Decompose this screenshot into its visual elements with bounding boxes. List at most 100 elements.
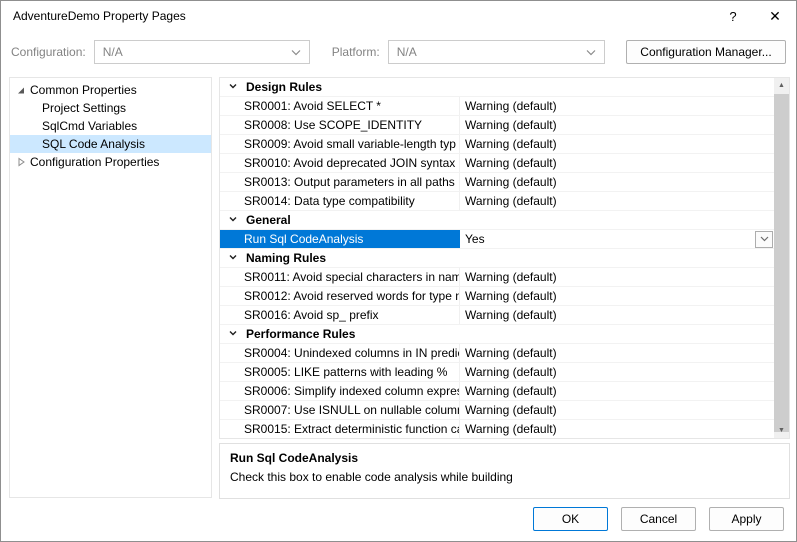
description-title: Run Sql CodeAnalysis (230, 451, 779, 465)
category-row-performance-rules[interactable]: Performance Rules (220, 325, 774, 344)
property-row-sr0007-use-isnull-on-nullable-column[interactable]: SR0007: Use ISNULL on nullable column War… (220, 401, 774, 420)
property-name[interactable]: Run Sql CodeAnalysis (220, 230, 460, 248)
platform-dropdown[interactable]: N/A (388, 40, 605, 64)
property-name[interactable]: SR0006: Simplify indexed column expres (220, 382, 460, 400)
tree-collapsed-icon[interactable] (14, 157, 28, 167)
description-panel: Run Sql CodeAnalysis Check this box to e… (219, 443, 790, 499)
chevron-down-icon[interactable] (228, 213, 238, 227)
property-value-cell[interactable]: Warning (default) (460, 420, 774, 438)
dialog-buttons: OK Cancel Apply (533, 507, 784, 531)
tree-item-label: SqlCmd Variables (42, 119, 137, 133)
property-row-sr0001-avoid-select[interactable]: SR0001: Avoid SELECT * Warning (default) (220, 97, 774, 116)
property-row-sr0015-extract-deterministic-function-ca[interactable]: SR0015: Extract deterministic function c… (220, 420, 774, 438)
property-value: Warning (default) (465, 99, 557, 113)
category-row-design-rules[interactable]: Design Rules (220, 78, 774, 97)
property-tree: Common Properties Project Settings SqlCmd … (9, 77, 212, 498)
scroll-up-icon[interactable]: ▲ (774, 78, 789, 93)
category-label: Naming Rules (246, 251, 326, 265)
property-row-run-sql-codeanalysis[interactable]: Run Sql CodeAnalysisYes (220, 230, 774, 249)
help-icon[interactable]: ? (712, 1, 754, 31)
property-row-sr0004-unindexed-columns-in-in-predic[interactable]: SR0004: Unindexed columns in IN predicWa… (220, 344, 774, 363)
property-row-sr0009-avoid-small-variable-length-typ[interactable]: SR0009: Avoid small variable-length typ W… (220, 135, 774, 154)
category-label: Performance Rules (246, 327, 355, 341)
property-row-sr0005-like-patterns-with-leading[interactable]: SR0005: LIKE patterns with leading %Warn… (220, 363, 774, 382)
property-pages-dialog: AdventureDemo Property Pages ? ✕ Configu… (0, 0, 797, 542)
platform-value: N/A (397, 45, 417, 59)
property-name[interactable]: SR0014: Data type compatibility (220, 192, 460, 210)
property-name[interactable]: SR0013: Output parameters in all paths (220, 173, 460, 191)
tree-item-label: Project Settings (42, 101, 126, 115)
property-row-sr0013-output-parameters-in-all-paths[interactable]: SR0013: Output parameters in all paths Wa… (220, 173, 774, 192)
cancel-button[interactable]: Cancel (621, 507, 696, 531)
property-value-cell[interactable]: Warning (default) (460, 97, 774, 115)
property-value-cell[interactable]: Warning (default) (460, 382, 774, 400)
property-grid: Design Rules SR0001: Avoid SELECT * Warnin… (219, 77, 790, 439)
configuration-dropdown[interactable]: N/A (94, 40, 310, 64)
scrollbar-thumb[interactable] (774, 94, 789, 432)
property-row-sr0010-avoid-deprecated-join-syntax[interactable]: SR0010: Avoid deprecated JOIN syntaxWarn… (220, 154, 774, 173)
category-label: Design Rules (246, 80, 322, 94)
property-value-cell[interactable]: Warning (default) (460, 401, 774, 419)
close-icon[interactable]: ✕ (754, 1, 796, 31)
property-name[interactable]: SR0004: Unindexed columns in IN predic (220, 344, 460, 362)
property-row-sr0012-avoid-reserved-words-for-type-n[interactable]: SR0012: Avoid reserved words for type n W… (220, 287, 774, 306)
value-dropdown-button[interactable] (755, 231, 773, 248)
configuration-manager-button[interactable]: Configuration Manager... (626, 40, 786, 64)
apply-button[interactable]: Apply (709, 507, 784, 531)
property-name[interactable]: SR0001: Avoid SELECT * (220, 97, 460, 115)
tree-item-common-properties[interactable]: Common Properties (10, 81, 211, 99)
tree-expanded-icon[interactable] (14, 85, 28, 95)
tree-item-configuration-properties[interactable]: Configuration Properties (10, 153, 211, 171)
description-text: Check this box to enable code analysis w… (230, 470, 779, 484)
property-value-cell[interactable]: Warning (default) (460, 116, 774, 134)
property-value-cell[interactable]: Warning (default) (460, 135, 774, 153)
chevron-down-icon[interactable] (228, 80, 238, 94)
property-row-sr0016-avoid-sp-prefix[interactable]: SR0016: Avoid sp_ prefixWarning (default… (220, 306, 774, 325)
category-row-naming-rules[interactable]: Naming Rules (220, 249, 774, 268)
tree-item-sql-code-analysis[interactable]: SQL Code Analysis (10, 135, 211, 153)
chevron-down-icon[interactable] (228, 251, 238, 265)
property-value-cell[interactable]: Warning (default) (460, 268, 774, 286)
property-value-cell[interactable]: Warning (default) (460, 363, 774, 381)
tree-item-label: Common Properties (30, 83, 137, 97)
tree-item-project-settings[interactable]: Project Settings (10, 99, 211, 117)
scroll-down-icon[interactable]: ▼ (774, 423, 789, 438)
property-value: Warning (default) (465, 403, 557, 417)
property-name[interactable]: SR0007: Use ISNULL on nullable column (220, 401, 460, 419)
property-row-sr0014-data-type-compatibility[interactable]: SR0014: Data type compatibilityWarning (… (220, 192, 774, 211)
property-name[interactable]: SR0009: Avoid small variable-length typ (220, 135, 460, 153)
chevron-down-icon[interactable] (228, 327, 238, 341)
tree-item-label: Configuration Properties (30, 155, 159, 169)
property-value-cell[interactable]: Warning (default) (460, 287, 774, 305)
category-row-general[interactable]: General (220, 211, 774, 230)
property-name[interactable]: SR0012: Avoid reserved words for type n (220, 287, 460, 305)
property-value-cell[interactable]: Warning (default) (460, 306, 774, 324)
vertical-scrollbar[interactable]: ▲ ▼ (774, 78, 789, 438)
property-name[interactable]: SR0008: Use SCOPE_IDENTITY (220, 116, 460, 134)
property-value: Warning (default) (465, 175, 557, 189)
property-name[interactable]: SR0016: Avoid sp_ prefix (220, 306, 460, 324)
property-value: Warning (default) (465, 137, 557, 151)
property-row-sr0006-simplify-indexed-column-expres[interactable]: SR0006: Simplify indexed column expresWa… (220, 382, 774, 401)
category-label: General (246, 213, 291, 227)
property-name[interactable]: SR0011: Avoid special characters in nam (220, 268, 460, 286)
title-bar: AdventureDemo Property Pages ? ✕ (1, 1, 796, 31)
property-value-cell[interactable]: Yes (460, 230, 774, 248)
property-value: Warning (default) (465, 270, 557, 284)
tree-item-sqlcmd-variables[interactable]: SqlCmd Variables (10, 117, 211, 135)
property-row-sr0008-use-scope-identity[interactable]: SR0008: Use SCOPE_IDENTITY Warning (defau… (220, 116, 774, 135)
property-value: Warning (default) (465, 118, 557, 132)
window-title: AdventureDemo Property Pages (13, 9, 186, 23)
property-name[interactable]: SR0015: Extract deterministic function c… (220, 420, 460, 438)
property-name[interactable]: SR0010: Avoid deprecated JOIN syntax (220, 154, 460, 172)
configuration-label: Configuration: (11, 45, 86, 59)
property-value: Warning (default) (465, 422, 557, 436)
property-value-cell[interactable]: Warning (default) (460, 192, 774, 210)
property-value-cell[interactable]: Warning (default) (460, 344, 774, 362)
ok-button[interactable]: OK (533, 507, 608, 531)
property-row-sr0011-avoid-special-characters-in-nam[interactable]: SR0011: Avoid special characters in nam W… (220, 268, 774, 287)
property-name[interactable]: SR0005: LIKE patterns with leading % (220, 363, 460, 381)
property-value-cell[interactable]: Warning (default) (460, 173, 774, 191)
property-value-cell[interactable]: Warning (default) (460, 154, 774, 172)
property-value: Warning (default) (465, 289, 557, 303)
